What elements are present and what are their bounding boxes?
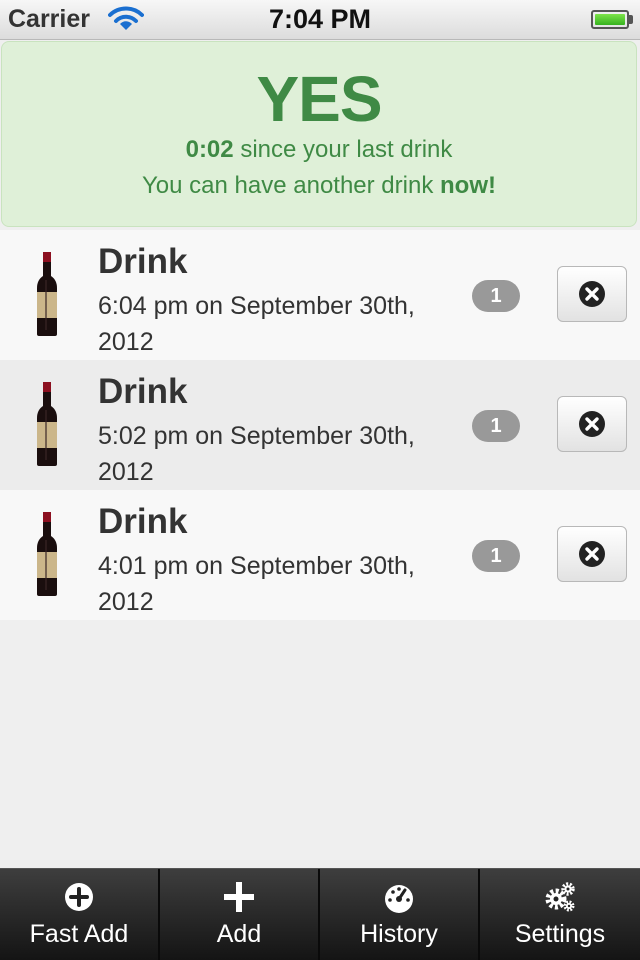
- clock: 7:04 PM: [268, 4, 372, 34]
- battery-tip: [629, 15, 633, 24]
- time-since-last-drink: 0:02 since your last drink: [2, 135, 636, 165]
- drink-title: Drink: [98, 242, 188, 281]
- tab-history[interactable]: History: [320, 869, 480, 960]
- close-circle-icon: [579, 281, 605, 307]
- drink-timestamp: 6:04 pm on September 30th, 2012: [98, 292, 415, 356]
- advice-emphasis: now!: [440, 172, 496, 199]
- delete-drink-button[interactable]: [557, 396, 627, 452]
- drink-title: Drink: [98, 372, 188, 411]
- gauge-icon: [320, 881, 478, 913]
- tab-fast-add[interactable]: Fast Add: [0, 869, 160, 960]
- drink-list: Drink 6:04 pm on September 30th, 2012 1 …: [0, 230, 640, 620]
- close-circle-icon: [579, 541, 605, 567]
- drink-count-badge: 1: [472, 280, 520, 312]
- drink-timestamp: 4:01 pm on September 30th, 2012: [98, 552, 415, 616]
- elapsed-time: 0:02: [185, 136, 234, 163]
- advice-label: You can have another drink: [142, 172, 434, 199]
- wine-bottle-icon: [34, 512, 60, 596]
- battery-icon: [591, 10, 629, 29]
- plus-circle-icon: [0, 881, 158, 913]
- tab-label: Add: [216, 920, 262, 948]
- drink-row[interactable]: Drink 6:04 pm on September 30th, 2012 1: [0, 230, 640, 360]
- delete-drink-button[interactable]: [557, 266, 627, 322]
- drink-row[interactable]: Drink 5:02 pm on September 30th, 2012 1: [0, 360, 640, 490]
- tab-label: Settings: [514, 920, 606, 948]
- drink-timestamp: 5:02 pm on September 30th, 2012: [98, 422, 415, 486]
- drink-status-panel: YES 0:02 since your last drink You can h…: [1, 41, 637, 227]
- advice-text: You can have another drink now!: [2, 171, 636, 201]
- close-circle-icon: [579, 411, 605, 437]
- since-text: since your last drink: [240, 136, 453, 163]
- status-bar: Carrier 7:04 PM: [0, 0, 640, 40]
- tab-settings[interactable]: Settings: [480, 869, 640, 960]
- gears-icon: [480, 881, 640, 913]
- tab-label: History: [360, 920, 438, 948]
- plus-icon: [160, 881, 318, 913]
- drink-title: Drink: [98, 502, 188, 541]
- tab-add[interactable]: Add: [160, 869, 320, 960]
- status-answer: YES: [256, 63, 382, 135]
- tab-label: Fast Add: [29, 920, 129, 948]
- drink-row[interactable]: Drink 4:01 pm on September 30th, 2012 1: [0, 490, 640, 620]
- drink-count-badge: 1: [472, 540, 520, 572]
- wine-bottle-icon: [34, 252, 60, 336]
- wine-bottle-icon: [34, 382, 60, 466]
- tab-bar: Fast Add Add History Settings: [0, 868, 640, 960]
- delete-drink-button[interactable]: [557, 526, 627, 582]
- drink-count-badge: 1: [472, 410, 520, 442]
